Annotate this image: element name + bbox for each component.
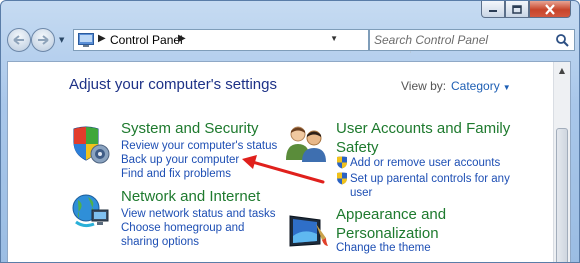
recent-pages-dropdown[interactable]: ▼ xyxy=(59,36,64,44)
scroll-up-button[interactable]: ▲ xyxy=(554,62,570,79)
vertical-scrollbar[interactable]: ▲ xyxy=(553,62,570,262)
maximize-icon xyxy=(512,4,522,14)
minimize-icon xyxy=(489,10,497,12)
uac-shield-icon xyxy=(337,156,347,169)
category-title-user-accounts[interactable]: User Accounts and Family Safety xyxy=(336,119,516,157)
back-button[interactable] xyxy=(7,28,31,52)
category-title-appearance[interactable]: Appearance and Personalization xyxy=(336,205,456,243)
link-find-fix-problems[interactable]: Find and fix problems xyxy=(121,167,231,181)
page-title: Adjust your computer's settings xyxy=(69,76,277,93)
close-button[interactable] xyxy=(529,1,571,18)
control-panel-icon xyxy=(78,33,94,47)
scroll-thumb[interactable] xyxy=(556,128,568,262)
control-panel-window: ▼ ▶ Control Panel ▶ ▼ Adjust your comput… xyxy=(0,0,580,263)
view-by-dropdown[interactable]: Category ▼ xyxy=(451,79,511,93)
search-box xyxy=(369,29,575,51)
main-content: Adjust your computer's settings View by:… xyxy=(7,61,571,262)
breadcrumb-control-panel[interactable]: Control Panel xyxy=(110,33,183,47)
link-review-computer-status[interactable]: Review your computer's status xyxy=(121,139,277,153)
forward-button[interactable] xyxy=(31,28,55,52)
chevron-down-icon: ▼ xyxy=(330,34,338,43)
chevron-up-icon: ▲ xyxy=(558,66,566,75)
search-input[interactable] xyxy=(374,32,544,48)
minimize-button[interactable] xyxy=(481,1,505,18)
link-homegroup-sharing[interactable]: Choose homegroup and sharing options xyxy=(121,221,281,249)
network-icon-box[interactable] xyxy=(70,192,112,236)
network-globe-icon xyxy=(72,194,109,228)
back-arrow-icon xyxy=(13,35,24,45)
link-add-remove-accounts[interactable]: Add or remove user accounts xyxy=(350,156,500,170)
category-title-system-security[interactable]: System and Security xyxy=(121,119,259,138)
view-by-label: View by: xyxy=(401,79,447,93)
monitor-icon xyxy=(289,215,328,247)
chevron-down-icon: ▼ xyxy=(59,36,65,44)
chevron-down-icon: ▼ xyxy=(502,83,511,92)
link-change-theme[interactable]: Change the theme xyxy=(336,241,431,255)
uac-shield-icon xyxy=(337,172,347,185)
close-icon xyxy=(545,3,555,15)
shield-icon xyxy=(73,126,110,164)
system-security-icon-box[interactable] xyxy=(70,124,112,170)
breadcrumb-separator[interactable]: ▶ xyxy=(178,33,186,44)
breadcrumb-separator[interactable]: ▶ xyxy=(98,33,106,44)
forward-arrow-icon xyxy=(38,35,49,45)
address-dropdown[interactable]: ▼ xyxy=(330,34,338,43)
appearance-icon-box[interactable] xyxy=(286,210,330,258)
user-accounts-icon-box[interactable] xyxy=(284,124,328,168)
link-view-network-status[interactable]: View network status and tasks xyxy=(121,207,275,221)
navigation-bar: ▼ ▶ Control Panel ▶ ▼ xyxy=(7,28,575,54)
view-by-value: Category xyxy=(451,79,500,93)
search-icon[interactable] xyxy=(555,33,569,47)
category-title-network-internet[interactable]: Network and Internet xyxy=(121,187,260,206)
caption-buttons xyxy=(481,1,571,18)
maximize-button[interactable] xyxy=(505,1,529,18)
users-icon xyxy=(286,126,326,162)
link-back-up-computer[interactable]: Back up your computer xyxy=(121,153,239,167)
link-parental-controls[interactable]: Set up parental controls for any user xyxy=(350,172,510,200)
address-bar[interactable]: ▶ Control Panel ▶ ▼ xyxy=(73,29,429,53)
